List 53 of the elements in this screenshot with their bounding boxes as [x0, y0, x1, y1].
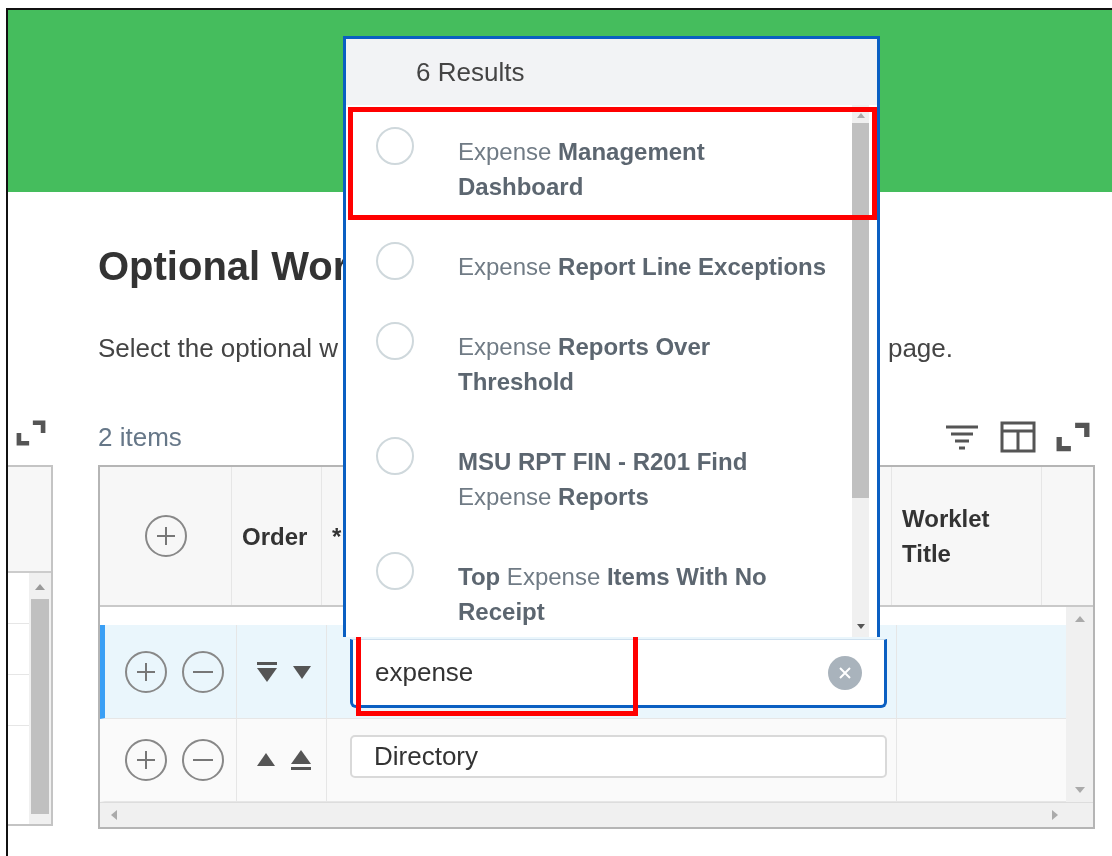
scrollbar[interactable] — [852, 105, 869, 637]
scroll-right-icon[interactable] — [1051, 809, 1059, 821]
scroll-left-icon[interactable] — [110, 809, 118, 821]
description-text: page. — [887, 332, 953, 364]
table-row[interactable]: Directory — [100, 719, 1066, 802]
table-row[interactable]: expense — [100, 625, 1066, 719]
column-header: Worklet Title — [902, 504, 991, 569]
scroll-up-icon[interactable] — [855, 111, 866, 119]
minus-icon — [193, 670, 213, 673]
add-button[interactable] — [125, 650, 167, 693]
prompt-field[interactable]: expense — [350, 639, 887, 708]
plus-icon — [135, 749, 157, 771]
remove-button[interactable] — [182, 739, 224, 781]
prompt-field[interactable]: Directory — [350, 735, 887, 778]
result-option[interactable]: Expense Reports Over Threshold — [346, 300, 877, 415]
plus-icon — [135, 660, 157, 683]
move-to-bottom-icon[interactable] — [255, 659, 279, 684]
clear-icon[interactable] — [828, 656, 862, 690]
scrollbar[interactable] — [1066, 607, 1093, 802]
plus-icon — [154, 525, 177, 547]
option-label: Expense Reports Over Threshold — [458, 332, 712, 397]
scrollbar[interactable] — [29, 573, 51, 824]
expand-icon[interactable] — [15, 420, 47, 446]
result-count: 6 Results — [416, 56, 525, 88]
column-header: * — [332, 521, 342, 552]
move-to-top-icon[interactable] — [289, 748, 313, 772]
option-label: Expense Report Line Exceptions — [458, 252, 828, 282]
radio-button[interactable] — [376, 127, 414, 165]
scroll-down-icon[interactable] — [855, 623, 866, 631]
radio-button[interactable] — [376, 437, 414, 475]
radio-button[interactable] — [376, 552, 414, 590]
add-button[interactable] — [144, 515, 187, 557]
columns-icon[interactable] — [1000, 421, 1036, 453]
option-label: Top Expense Items With No Receipt — [458, 562, 768, 627]
description-text: Select the optional w — [98, 332, 338, 364]
scroll-up-icon[interactable] — [1073, 615, 1086, 623]
option-label: MSU RPT FIN - R201 Find Expense Reports — [458, 447, 749, 512]
radio-button[interactable] — [376, 322, 414, 360]
radio-button[interactable] — [376, 242, 414, 280]
minus-icon — [193, 759, 213, 761]
column-header: Order — [242, 521, 308, 552]
result-option[interactable]: MSU RPT FIN - R201 Find Expense Reports — [346, 415, 877, 530]
filter-icon[interactable] — [944, 423, 980, 451]
result-option[interactable]: Expense Report Line Exceptions — [346, 220, 877, 300]
page-title: Optional Wor — [98, 243, 349, 290]
scrollbar[interactable] — [100, 802, 1093, 827]
option-label: Expense Management Dashboard — [458, 137, 706, 202]
item-count: 2 items — [98, 421, 182, 453]
remove-button[interactable] — [182, 650, 224, 693]
result-option[interactable]: Expense Management Dashboard — [346, 105, 877, 220]
expand-icon[interactable] — [1056, 422, 1090, 452]
scroll-up-icon[interactable] — [34, 583, 46, 591]
add-button[interactable] — [125, 739, 167, 781]
